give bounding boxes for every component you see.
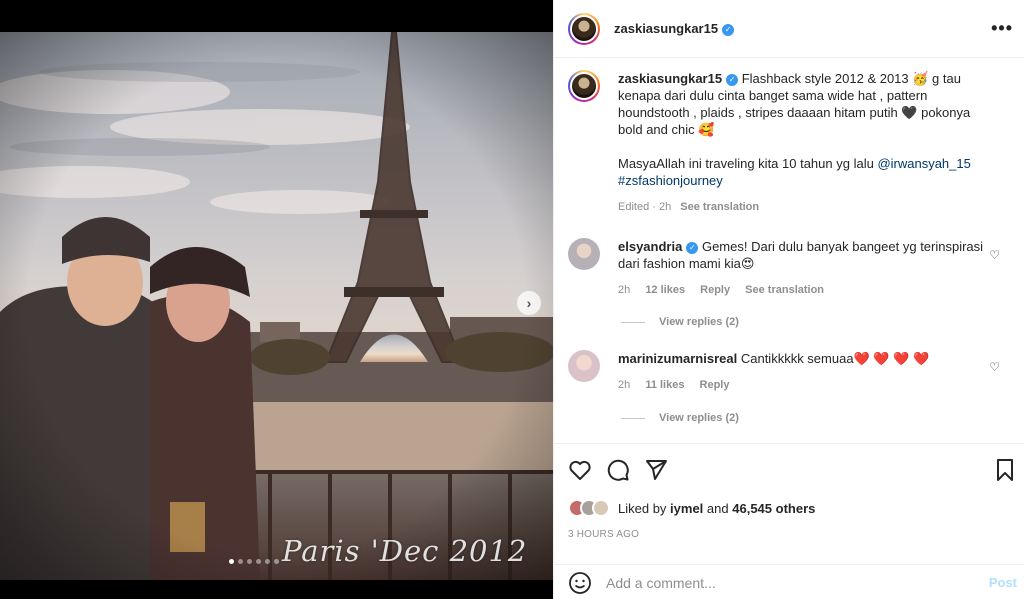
avatar[interactable]: [568, 70, 600, 102]
comment-item: marinizumarnisreal Cantikkkkk semuaa❤️ ❤…: [568, 350, 1008, 394]
verified-icon: ✓: [686, 242, 699, 254]
post-timestamp: 3 HOURS AGO: [568, 529, 640, 540]
liker-avatars: [568, 499, 610, 517]
next-slide-button[interactable]: ›: [517, 291, 541, 315]
avatar[interactable]: [568, 350, 600, 382]
likes-summary: Liked by iymel and 46,545 others: [568, 499, 815, 517]
comment-text: Cantikkkkk semuaa❤️ ❤️ ❤️ ❤️: [740, 351, 930, 366]
reply-button[interactable]: Reply: [700, 284, 730, 296]
mention-link[interactable]: @irwansyah_15: [877, 156, 970, 171]
carousel-dot: [265, 559, 270, 564]
liked-by-user[interactable]: iymel: [670, 501, 703, 516]
post-media: Paris 'Dec 2012 ›: [0, 0, 553, 599]
likes-count[interactable]: 46,545 others: [732, 501, 815, 516]
post-sidebar: zaskiasungkar15 ✓ ••• zaskiasungkar15 ✓ Fl…: [553, 0, 1024, 599]
post-caption: zaskiasungkar15 ✓ Flashback style 2012 & …: [568, 70, 1008, 216]
caption-text-2: MasyaAllah ini traveling kita 10 tahun y…: [618, 156, 874, 171]
carousel-dot: [274, 559, 279, 564]
post-photo[interactable]: [0, 32, 553, 580]
comment-time: 2h: [618, 379, 631, 391]
comment-likes[interactable]: 11 likes: [645, 379, 684, 391]
post-actions: Liked by iymel and 46,545 others 3 HOURS…: [554, 443, 1024, 599]
avatar: [592, 499, 610, 517]
avatar[interactable]: [568, 238, 600, 270]
more-options-icon[interactable]: •••: [991, 18, 1013, 39]
post-button[interactable]: Post: [989, 575, 1017, 590]
comment-item: elsyandria ✓ Gemes! Dari dulu banyak bang…: [568, 238, 1008, 299]
emoji-icon[interactable]: [568, 571, 592, 595]
comment-username[interactable]: elsyandria: [618, 239, 682, 254]
comment-likes[interactable]: 12 likes: [645, 284, 685, 296]
comment-box: Add a comment... Post: [554, 564, 1024, 599]
avatar[interactable]: [568, 12, 600, 45]
share-send-icon[interactable]: [644, 458, 668, 482]
comment-time: 2h: [618, 284, 631, 296]
carousel-dot: [229, 559, 234, 564]
liked-and-label: and: [706, 500, 729, 516]
carousel-dot: [247, 559, 252, 564]
header-username-text: zaskiasungkar15: [614, 21, 719, 36]
comment-username[interactable]: marinizumarnisreal: [618, 351, 737, 366]
see-translation-link[interactable]: See translation: [680, 201, 759, 213]
view-replies-button[interactable]: View replies (2): [659, 412, 739, 424]
eiffel-tower-photo: [0, 32, 553, 580]
carousel-dot: [256, 559, 261, 564]
comment-bubble-icon[interactable]: [606, 458, 630, 482]
photo-watermark: Paris 'Dec 2012: [282, 534, 528, 568]
like-heart-icon[interactable]: [568, 458, 592, 482]
carousel-dot: [238, 559, 243, 564]
like-comment-heart-icon[interactable]: ♡: [989, 248, 1000, 262]
see-translation-link[interactable]: See translation: [745, 284, 824, 296]
header-username[interactable]: zaskiasungkar15 ✓: [614, 21, 735, 36]
post-header: zaskiasungkar15 ✓ •••: [554, 0, 1024, 58]
reply-button[interactable]: Reply: [700, 379, 730, 391]
view-replies-button[interactable]: View replies (2): [659, 316, 739, 328]
like-comment-heart-icon[interactable]: ♡: [989, 360, 1000, 374]
verified-icon: ✓: [722, 24, 735, 36]
liked-by-label: Liked by: [618, 500, 667, 516]
comment-input[interactable]: Add a comment...: [606, 575, 716, 591]
carousel-indicator: [229, 559, 279, 564]
caption-username[interactable]: zaskiasungkar15: [618, 71, 722, 86]
verified-icon: ✓: [726, 74, 739, 86]
edited-time: Edited · 2h: [618, 201, 672, 213]
post-modal: Paris 'Dec 2012 › zaskiasungkar15 ✓ ••• z…: [0, 0, 1024, 599]
hashtag-link[interactable]: #zsfashionjourney: [618, 173, 723, 188]
bookmark-icon[interactable]: [993, 458, 1017, 482]
